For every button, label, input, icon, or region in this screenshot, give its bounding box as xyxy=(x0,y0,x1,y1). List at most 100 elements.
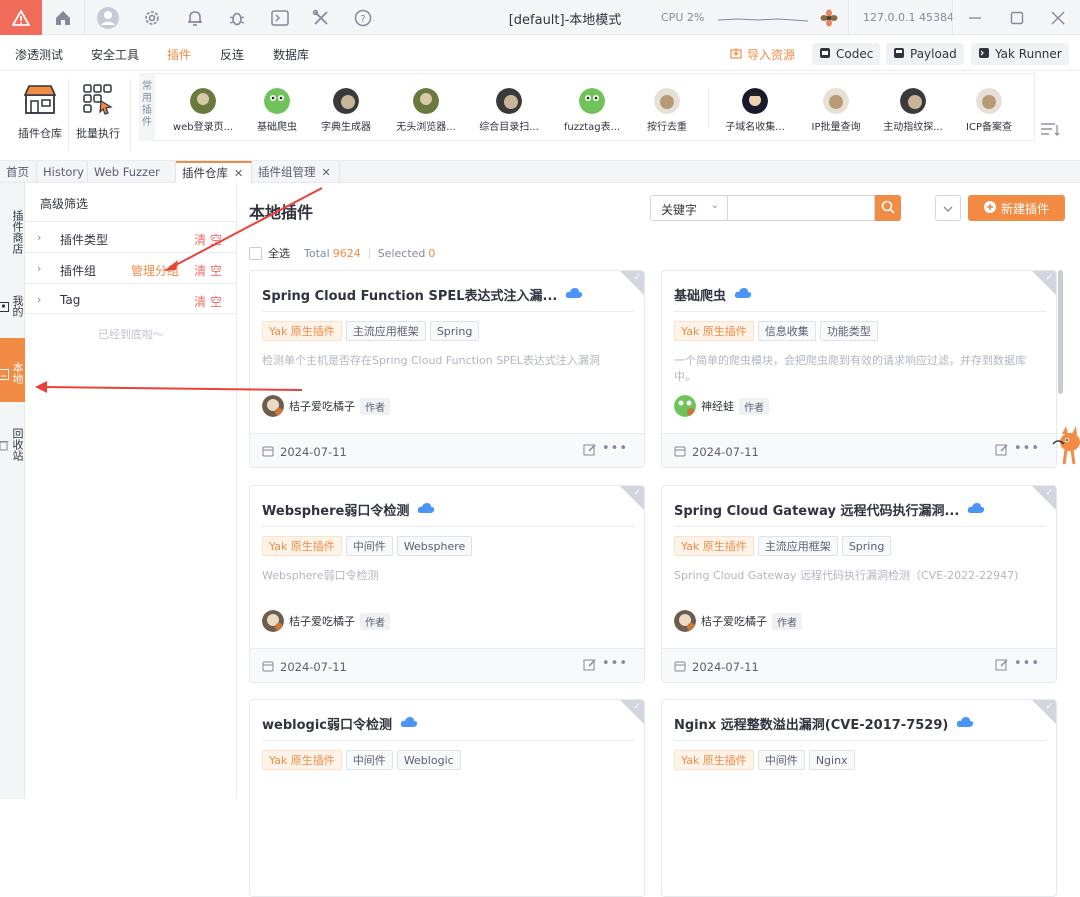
codec-button[interactable]: Codec xyxy=(812,43,881,65)
tab-web-fuzzer[interactable]: Web Fuzzer xyxy=(88,161,176,183)
clear-button[interactable]: 清 空 xyxy=(194,231,222,248)
tab-plugin-group-manage[interactable]: 插件组管理 ✕ xyxy=(252,161,340,183)
quick-plugin[interactable]: 无头浏览器... xyxy=(388,88,464,133)
plugin-card[interactable]: ✓ weblogic弱口令检测 Yak 原生插件 中间件 Weblogic xyxy=(249,699,645,897)
plugin-card[interactable]: ✓ Websphere弱口令检测 Yak 原生插件 中间件 Websphere Websp… xyxy=(249,485,645,683)
edit-icon[interactable] xyxy=(995,443,1008,460)
quick-plugin[interactable]: 按行去重 xyxy=(629,88,705,133)
menu-pentest[interactable]: 渗透测试 xyxy=(15,46,63,63)
more-dots-icon[interactable]: ••• xyxy=(1014,656,1040,671)
sidebar-tab-recycle-bin[interactable]: 回收站 xyxy=(0,407,25,475)
bug-icon[interactable] xyxy=(224,5,250,31)
search-input[interactable] xyxy=(727,195,875,221)
select-all-checkbox[interactable] xyxy=(249,246,262,260)
end-of-list-text: 已经到底啦～ xyxy=(98,328,164,341)
scrollbar[interactable] xyxy=(1058,270,1063,394)
search-type-select[interactable]: 关键字 ⌄ xyxy=(650,195,728,221)
plugin-card[interactable]: ✓ Spring Cloud Function SPEL表达式注入漏... Yak … xyxy=(249,270,645,468)
menu-plugins[interactable]: 插件 xyxy=(167,46,191,63)
more-dots-icon[interactable]: ••• xyxy=(1014,441,1040,456)
plugin-avatar-icon xyxy=(742,88,768,114)
bell-icon[interactable] xyxy=(182,5,208,31)
quick-plugin[interactable]: 字典生成器 xyxy=(308,88,384,133)
author-name: 神经蛙 xyxy=(701,400,734,413)
author-role-badge: 作者 xyxy=(360,397,390,415)
quick-plugin[interactable]: 综合目录扫... xyxy=(471,88,547,133)
quick-plugin[interactable]: 主动指纹探... xyxy=(875,88,951,133)
more-options-button[interactable] xyxy=(935,195,961,221)
sidebar-tab-plugin-store[interactable]: 插件商店 xyxy=(0,191,25,267)
quick-plugins-bar: web登录页... 基础爬虫 字典生成器 无头浏览器... 综合目录扫... f… xyxy=(155,73,1035,141)
menu-reverse[interactable]: 反连 xyxy=(220,46,244,63)
author-avatar xyxy=(674,610,696,632)
terminal-icon[interactable] xyxy=(267,5,293,31)
cloud-icon xyxy=(734,287,752,303)
quick-plugin[interactable]: 基础爬虫 xyxy=(239,88,315,133)
import-icon xyxy=(730,47,742,62)
help-icon[interactable]: ? xyxy=(350,5,376,31)
chevron-right-icon: › xyxy=(37,293,42,306)
edit-icon[interactable] xyxy=(583,658,596,675)
tab-history[interactable]: History xyxy=(37,161,88,183)
clear-button[interactable]: 清 空 xyxy=(194,262,222,279)
yak-mascot-icon[interactable] xyxy=(1052,420,1080,471)
quick-plugin[interactable]: fuzztag表... xyxy=(554,88,630,133)
sort-list-icon[interactable] xyxy=(1040,121,1060,140)
more-dots-icon[interactable]: ••• xyxy=(602,656,628,671)
plugin-tag: 功能类型 xyxy=(819,321,878,341)
plugin-tag: Yak 原生插件 xyxy=(674,750,754,770)
plugin-card[interactable]: ✓ Spring Cloud Gateway 远程代码执行漏洞... Yak 原生插… xyxy=(661,485,1057,683)
filter-row-plugin-group[interactable]: › 插件组 管理分组 清 空 xyxy=(25,252,237,283)
import-resources-button[interactable]: 导入资源 xyxy=(723,43,802,65)
menu-database[interactable]: 数据库 xyxy=(273,46,309,63)
sidebar-tab-local[interactable]: 本地 xyxy=(0,338,25,402)
filter-row-plugin-type[interactable]: › 插件类型 清 空 xyxy=(25,221,237,252)
chevron-down-icon xyxy=(943,201,953,215)
menu-security-tools[interactable]: 安全工具 xyxy=(91,46,139,63)
payload-button[interactable]: Payload xyxy=(886,43,964,65)
codec-icon xyxy=(819,47,831,62)
home-icon[interactable] xyxy=(50,5,76,31)
sidebar-tab-mine[interactable]: 我的 xyxy=(0,273,25,333)
clear-button[interactable]: 清 空 xyxy=(194,293,222,310)
close-tab-icon[interactable]: ✕ xyxy=(234,167,243,180)
maximize-icon[interactable] xyxy=(1004,5,1030,31)
manage-groups-button[interactable]: 管理分组 xyxy=(131,262,179,279)
yak-runner-button[interactable]: Yak Runner xyxy=(971,43,1069,65)
search-button[interactable] xyxy=(875,195,901,221)
plugin-store-tool[interactable]: 插件仓库 xyxy=(15,81,65,141)
plugin-card[interactable]: ✓ Nginx 远程整数溢出漏洞(CVE-2017-7529) Yak 原生插件 中间… xyxy=(661,699,1057,897)
chevron-right-icon: › xyxy=(37,231,42,244)
yakit-logo-icon[interactable] xyxy=(0,0,42,35)
new-plugin-button[interactable]: 新建插件 xyxy=(968,195,1065,221)
calendar-icon xyxy=(262,660,274,675)
quick-plugin[interactable]: ICP备案查 xyxy=(951,88,1027,133)
minimize-icon[interactable] xyxy=(962,5,988,31)
edit-icon[interactable] xyxy=(583,443,596,460)
engine-status-icon[interactable] xyxy=(816,5,842,31)
plugin-title: Websphere弱口令检测 xyxy=(262,504,410,519)
selected-count: 0 xyxy=(428,246,436,260)
filter-row-tag[interactable]: › Tag 清 空 xyxy=(25,283,237,314)
plugin-date: 2024-07-11 xyxy=(692,660,759,674)
plugin-card[interactable]: ✓ 基础爬虫 Yak 原生插件 信息收集 功能类型 一个简单的爬虫模块，会把爬虫爬到有效的… xyxy=(661,270,1057,468)
more-dots-icon[interactable]: ••• xyxy=(602,441,628,456)
tab-plugin-store[interactable]: 插件仓库 ✕ xyxy=(176,161,252,183)
tools-icon[interactable] xyxy=(308,5,334,31)
close-window-icon[interactable] xyxy=(1045,5,1071,31)
plugin-date: 2024-07-11 xyxy=(692,445,759,459)
batch-execute-tool[interactable]: 批量执行 xyxy=(73,81,123,141)
quick-plugin[interactable]: IP批量查询 xyxy=(798,88,874,133)
plugin-tag: 主流应用框架 xyxy=(345,321,426,341)
settings-gear-icon[interactable] xyxy=(139,5,165,31)
cloud-icon xyxy=(956,716,974,732)
cpu-usage: CPU 2% xyxy=(661,11,705,24)
close-tab-icon[interactable]: ✕ xyxy=(322,166,331,179)
yak-runner-icon xyxy=(978,47,990,62)
quick-plugin[interactable]: 子域名收集... xyxy=(717,88,793,133)
tab-home[interactable]: 首页 xyxy=(0,161,37,183)
quick-plugin[interactable]: web登录页... xyxy=(165,88,241,133)
svg-text:?: ? xyxy=(360,14,365,25)
edit-icon[interactable] xyxy=(995,658,1008,675)
user-avatar-icon[interactable] xyxy=(95,5,121,31)
